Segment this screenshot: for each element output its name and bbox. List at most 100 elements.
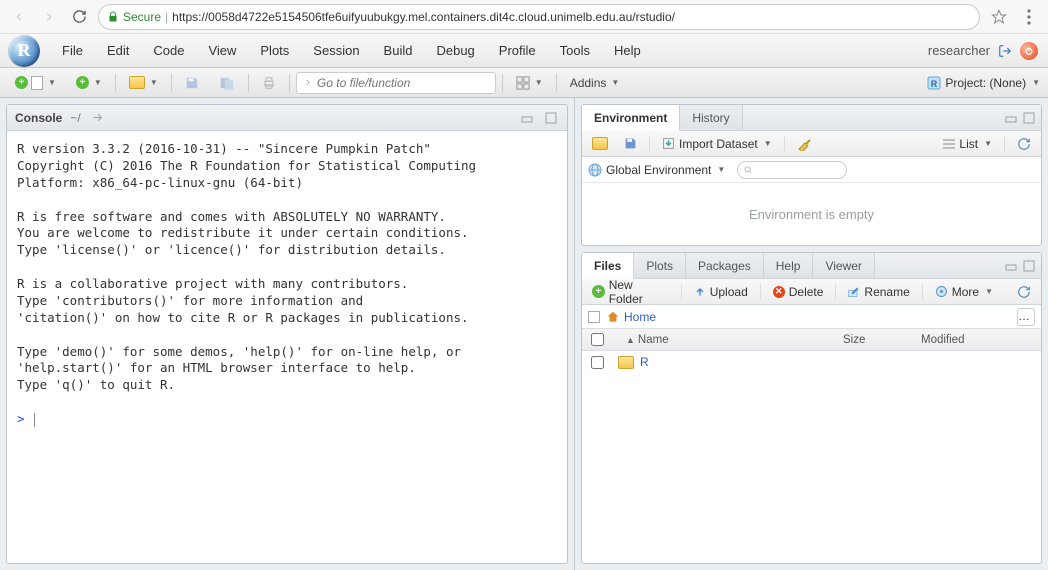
files-pane: Files Plots Packages Help Viewer +New Fo… (581, 252, 1042, 564)
open-file-button[interactable]: ▼ (122, 72, 165, 94)
view-mode-button[interactable]: List▼ (939, 135, 996, 153)
project-icon: R (927, 76, 941, 90)
col-modified-header[interactable]: Modified (921, 334, 1041, 346)
console-body[interactable]: R version 3.3.2 (2016-10-31) -- "Sincere… (7, 131, 567, 563)
scope-selector[interactable]: Global Environment▼ (588, 163, 725, 177)
console-path: ~/ (70, 111, 80, 125)
rstudio-app: R File Edit Code View Plots Session Buil… (0, 34, 1048, 570)
project-label: Project: (None) (945, 76, 1026, 90)
lock-icon (107, 11, 119, 23)
username-label: researcher (928, 43, 990, 58)
menu-tools[interactable]: Tools (550, 37, 600, 64)
file-row[interactable]: R (582, 351, 1041, 373)
more-button[interactable]: More▼ (931, 283, 997, 301)
panes-container: Console ~/ R version 3.3.2 (2016-10-31) … (0, 98, 1048, 570)
refresh-files-button[interactable] (1013, 283, 1035, 301)
menu-file[interactable]: File (52, 37, 93, 64)
menu-view[interactable]: View (198, 37, 246, 64)
rename-icon (848, 286, 860, 298)
menu-help[interactable]: Help (604, 37, 651, 64)
new-project-button[interactable]: +▼ (69, 72, 109, 94)
sign-out-icon[interactable] (996, 42, 1014, 60)
env-minimize-icon[interactable] (1005, 112, 1017, 124)
search-icon (744, 165, 753, 175)
addins-button[interactable]: Addins▼ (563, 72, 627, 94)
power-button[interactable] (1020, 42, 1038, 60)
r-logo: R (8, 35, 40, 67)
console-cursor (34, 413, 35, 427)
secure-label: Secure (123, 10, 161, 24)
menu-profile[interactable]: Profile (489, 37, 546, 64)
broom-icon (797, 137, 811, 151)
menu-plots[interactable]: Plots (250, 37, 299, 64)
files-minimize-icon[interactable] (1005, 260, 1017, 272)
refresh-icon (1017, 285, 1031, 299)
refresh-env-button[interactable] (1013, 135, 1035, 153)
col-size-header[interactable]: Size (843, 334, 921, 346)
clear-workspace-button[interactable] (793, 135, 815, 153)
upload-button[interactable]: Upload (690, 283, 752, 301)
grid-view-button[interactable]: ▼ (509, 72, 550, 94)
main-menu-bar: R File Edit Code View Plots Session Buil… (0, 34, 1048, 68)
goto-file-function[interactable] (296, 72, 496, 94)
env-search-input[interactable] (757, 164, 840, 176)
console-minimize-icon[interactable] (519, 112, 535, 124)
files-maximize-icon[interactable] (1023, 260, 1035, 272)
import-dataset-button[interactable]: Import Dataset▼ (658, 135, 776, 153)
path-up-button[interactable] (588, 311, 600, 323)
new-folder-button[interactable]: +New Folder (588, 276, 673, 308)
env-search[interactable] (737, 161, 847, 179)
upload-icon (694, 286, 706, 298)
tab-environment[interactable]: Environment (582, 105, 680, 131)
main-toolbar: +▼ +▼ ▼ ▼ Addins▼ R Project: (None) ▼ (0, 68, 1048, 98)
folder-icon (618, 356, 634, 369)
tab-help[interactable]: Help (764, 253, 814, 278)
menu-debug[interactable]: Debug (426, 37, 484, 64)
url-text: https://0058d4722e5154506tfe6uifyuubukgy… (172, 10, 675, 24)
nav-back-button[interactable] (8, 6, 30, 28)
reload-button[interactable] (68, 6, 90, 28)
save-all-button[interactable] (212, 72, 242, 94)
menu-build[interactable]: Build (374, 37, 423, 64)
delete-button[interactable]: ✕Delete (769, 283, 828, 301)
tab-plots[interactable]: Plots (634, 253, 686, 278)
save-workspace-button[interactable] (620, 135, 641, 152)
nav-forward-button[interactable] (38, 6, 60, 28)
environment-pane: Environment History Import Dataset▼ (581, 104, 1042, 246)
files-header: ▲Name Size Modified (582, 329, 1041, 351)
file-name[interactable]: R (640, 355, 649, 369)
bookmark-button[interactable] (988, 6, 1010, 28)
rename-button[interactable]: Rename (844, 283, 913, 301)
menu-session[interactable]: Session (303, 37, 369, 64)
browser-bar: Secure | https://0058d4722e5154506tfe6ui… (0, 0, 1048, 34)
home-icon (606, 310, 620, 324)
menu-edit[interactable]: Edit (97, 37, 139, 64)
breadcrumb-home[interactable]: Home (606, 310, 656, 324)
print-button[interactable] (255, 72, 283, 94)
select-all-checkbox[interactable] (591, 333, 604, 346)
console-output: R version 3.3.2 (2016-10-31) -- "Sincere… (17, 141, 476, 392)
new-file-button[interactable]: +▼ (8, 72, 63, 94)
save-button[interactable] (178, 72, 206, 94)
project-selector[interactable]: R Project: (None) ▼ (927, 76, 1040, 90)
col-name-header[interactable]: ▲Name (612, 334, 843, 346)
env-maximize-icon[interactable] (1023, 112, 1035, 124)
load-workspace-button[interactable] (588, 135, 612, 152)
menu-code[interactable]: Code (143, 37, 194, 64)
address-bar[interactable]: Secure | https://0058d4722e5154506tfe6ui… (98, 4, 980, 30)
tab-viewer[interactable]: Viewer (813, 253, 874, 278)
delete-icon: ✕ (773, 286, 785, 298)
path-options-button[interactable]: … (1017, 308, 1035, 326)
console-popout-icon[interactable] (89, 111, 106, 124)
goto-input[interactable] (317, 76, 489, 90)
browser-menu-button[interactable] (1018, 6, 1040, 28)
refresh-icon (1017, 137, 1031, 151)
globe-icon (588, 163, 602, 177)
row-checkbox[interactable] (591, 356, 604, 369)
tab-packages[interactable]: Packages (686, 253, 764, 278)
files-list: R (582, 351, 1041, 563)
console-pane: Console ~/ R version 3.3.2 (2016-10-31) … (6, 104, 568, 564)
list-icon (943, 139, 955, 149)
tab-history[interactable]: History (680, 105, 742, 130)
console-maximize-icon[interactable] (543, 112, 559, 124)
